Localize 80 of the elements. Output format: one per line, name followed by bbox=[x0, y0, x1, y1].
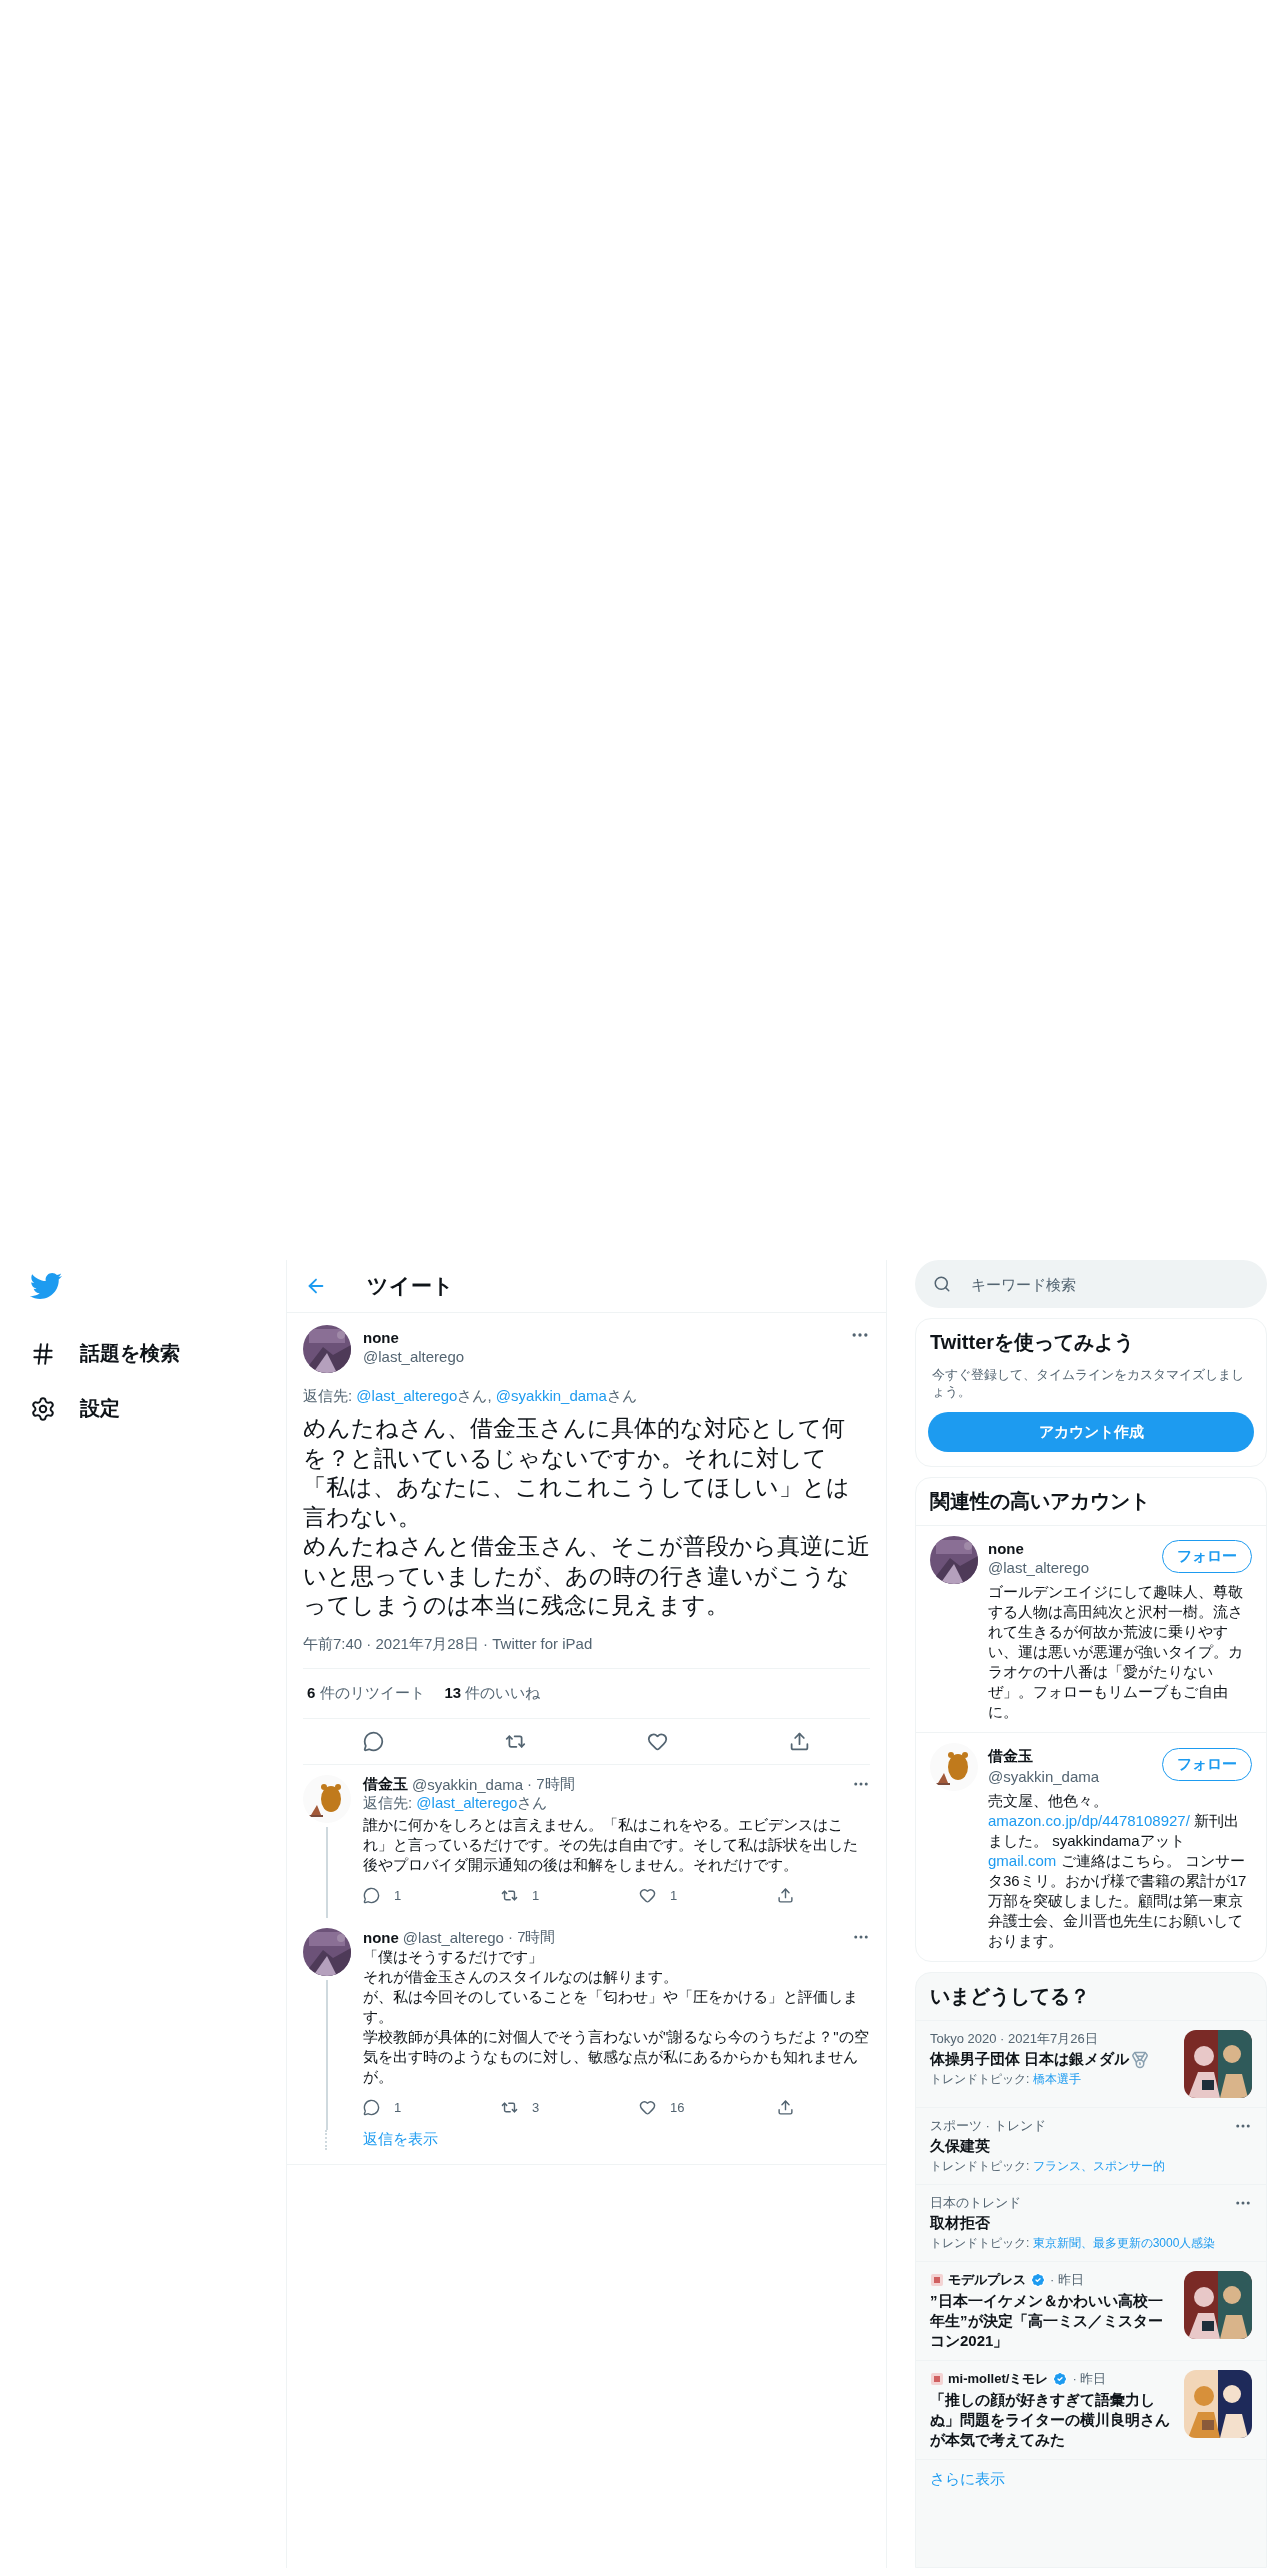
author-name: none bbox=[363, 1329, 400, 1346]
card-title: 関連性の高いアカウント bbox=[929, 1489, 1151, 1514]
trend-context: Tokyo 2020 · 2021年7月26日 bbox=[930, 2030, 1099, 2048]
retweet-button[interactable]: 1 bbox=[501, 1886, 639, 1904]
card-description: 今すぐ登録して、タイムラインをカスタマイズしましょう。 bbox=[932, 1366, 1245, 1400]
nav-item[interactable]: 設定 bbox=[30, 1385, 120, 1432]
settings-icon bbox=[30, 1395, 56, 1422]
post-time: · 7時間 bbox=[527, 1774, 575, 1794]
post-time: · 7時間 bbox=[507, 1927, 556, 1947]
reply-text: 誰かに何かをしろとは言えません。「私はこれをやる。エビデンスはこれ」と言っているだけです。その先は自由です。そして私は訴状を出した後やプロバイダ開示通知の後は和解をしません。それだけです。 bbox=[363, 1814, 859, 1875]
like-icon bbox=[639, 2098, 656, 2116]
tweet-text: めんたねさん、借金玉さんに具体的な対応として何を？と訊いているじゃないですか。それに対して「私は、あなたに、これこれこうしてほしい」とは言わない。 bbox=[303, 1414, 851, 1532]
stat-link[interactable]: 6 件のリツイート bbox=[307, 1683, 425, 1703]
share-icon[interactable] bbox=[788, 1730, 810, 1752]
like-button[interactable]: 16 bbox=[639, 2098, 777, 2116]
tweet-meta: 午前7:40 · 2021年7月28日 · Twitter for iPad bbox=[303, 1634, 594, 1654]
trend-topic: トレンドトピック: フランス、スポンサー的 bbox=[930, 2158, 1166, 2175]
author-handle: @last_alterego bbox=[402, 1928, 504, 1946]
reply-to-text: 返信先: @last_alteregoさん, @syakkin_damaさん bbox=[303, 1387, 638, 1406]
search-field[interactable]: キーワード検索 bbox=[915, 1260, 1267, 1308]
account-bio: ゴールデンエイジにして趣味人、尊敬する人物は高田純次と沢村一樹。流されて生きるが何故か荒波に乗りやすい、運は悪いが悪運が強いタイプ。カラオケの十八番は「愛がたりないぜ」。フォローもリムーブもご自由に。 bbox=[988, 1582, 1244, 1722]
share-icon[interactable] bbox=[777, 2098, 794, 2116]
author-name: none bbox=[363, 1928, 399, 1946]
trend-context: スポーツ · トレンド bbox=[930, 2117, 1047, 2135]
trend-item[interactable]: スポーツ · トレンド 久保建英 トレンドトピック: フランス、スポンサー的 bbox=[916, 2107, 1266, 2184]
retweet-button[interactable]: 3 bbox=[501, 2098, 639, 2116]
nav-item[interactable]: 話題を検索 bbox=[30, 1330, 180, 1377]
news-item[interactable]: モデルプレス · 昨日 ”日本一イケメン＆かわいい高校一年生”が決定「高一ミス／ミスターコン2021」 bbox=[916, 2261, 1266, 2360]
reply-text: 「僕はそうするだけです」 bbox=[363, 1946, 544, 1967]
account-name: 借金玉 bbox=[988, 1747, 1034, 1766]
trend-name: 久保建英 bbox=[930, 2137, 990, 2156]
reply-button[interactable]: 1 bbox=[363, 1886, 501, 1904]
post-time: · 昨日 bbox=[1072, 2370, 1107, 2388]
search-icon bbox=[933, 1275, 951, 1293]
like-button[interactable]: 1 bbox=[639, 1886, 777, 1904]
source-logo-icon bbox=[930, 2372, 944, 2386]
trend-name: 体操男子団体 日本は銀メダル bbox=[930, 2050, 1130, 2069]
account-handle: @last_alterego bbox=[988, 1559, 1091, 1576]
page-title: ツイート bbox=[367, 1273, 454, 1299]
post-time: · 昨日 bbox=[1050, 2271, 1084, 2289]
trend-item[interactable]: 日本のトレンド 取材拒否 トレンドトピック: 東京新聞、最多更新の3000人感染 bbox=[916, 2184, 1266, 2261]
reply-text: が、私は今回そのしていることを「匂わせ」や「圧をかける」と評価します。 bbox=[363, 1986, 859, 2027]
news-headline: ”日本一イケメン＆かわいい高校一年生”が決定「高一ミス／ミスターコン2021」 bbox=[930, 2291, 1164, 2351]
author-name: 借金玉 bbox=[363, 1774, 408, 1794]
reply-text: 学校教師が具体的に対個人でそう言わないが"謝るなら今のうちだよ？"の空気を出す時のようなものに対し、敏感な点が私にあるからかも知れませんが。 bbox=[363, 2026, 870, 2087]
trend-topic: トレンドトピック: 橋本選手 bbox=[930, 2071, 1082, 2088]
tweet-text: めんたねさんと借金玉さん、そこが普段から真逆に近いと思っていましたが、あの時の行き違いがこうなってしまうのは本当に残念に見えます。 bbox=[303, 1532, 870, 1620]
trend-context: 日本のトレンド bbox=[930, 2194, 1022, 2212]
bio-link[interactable]: gmail.com bbox=[988, 1852, 1057, 1869]
mention-link[interactable]: @last_alterego bbox=[416, 1793, 518, 1811]
trend-name: 取材拒否 bbox=[930, 2214, 990, 2233]
account-handle: @syakkin_dama bbox=[988, 1768, 1101, 1785]
mention-link[interactable]: @syakkin_dama bbox=[495, 1387, 607, 1404]
show-replies-link[interactable]: 返信を表示 bbox=[363, 2129, 438, 2149]
trend-item[interactable]: Tokyo 2020 · 2021年7月26日 体操男子団体 日本は銀メダル トレンドトピック: 橋本選手 bbox=[916, 2020, 1266, 2107]
news-source: mi-mollet/ミモレ bbox=[948, 2370, 1049, 2388]
like-icon bbox=[639, 1886, 656, 1904]
account-name: none bbox=[988, 1540, 1025, 1557]
hash-icon bbox=[30, 1340, 56, 1367]
mention-link[interactable]: @last_alterego bbox=[356, 1387, 458, 1404]
author-handle: @syakkin_dama bbox=[412, 1775, 524, 1793]
reply-text: それが借金玉さんのスタイルなのは解ります。 bbox=[363, 1966, 679, 1987]
reply-to-text: 返信先: @last_alteregoさん bbox=[363, 1793, 549, 1813]
card-title: Twitterを使ってみよう bbox=[929, 1330, 1136, 1355]
share-icon[interactable] bbox=[777, 1886, 794, 1904]
reply-icon bbox=[363, 2098, 380, 2116]
account-bio: 売文屋、他色々。 amazon.co.jp/dp/4478108927/ 新刊出ました。 syakkindamaアット gmail.com ご連絡はこちら。 コンサータ36ミリ。おかげ様で書籍の累計が17万部を突破しました。顧問は第一東京弁護士会、金川晋也先生にお願いしております。 bbox=[988, 1791, 1248, 1951]
source-logo-icon bbox=[930, 2273, 944, 2287]
reply-icon[interactable] bbox=[363, 1730, 385, 1752]
bio-link[interactable]: amazon.co.jp/dp/4478108927/ bbox=[988, 1812, 1190, 1829]
news-source: モデルプレス bbox=[948, 2271, 1026, 2289]
reply-button[interactable]: 1 bbox=[363, 2098, 501, 2116]
reply-icon bbox=[363, 1886, 380, 1904]
trend-topic: トレンドトピック: 東京新聞、最多更新の3000人感染 bbox=[930, 2235, 1217, 2252]
author-handle: @last_alterego bbox=[363, 1348, 466, 1365]
bird-logo-icon[interactable] bbox=[30, 1270, 62, 1302]
card-title: いまどうしてる？ bbox=[929, 1984, 1091, 2009]
news-item[interactable]: mi-mollet/ミモレ · 昨日 「推しの顔が好きすぎて語彙力しぬ」問題をライターの横川良明さんが本気で考えてみた bbox=[916, 2360, 1266, 2459]
news-headline: 「推しの顔が好きすぎて語彙力しぬ」問題をライターの横川良明さんが本気で考えてみた bbox=[930, 2390, 1171, 2450]
stat-link[interactable]: 13 件のいいね bbox=[444, 1683, 541, 1703]
